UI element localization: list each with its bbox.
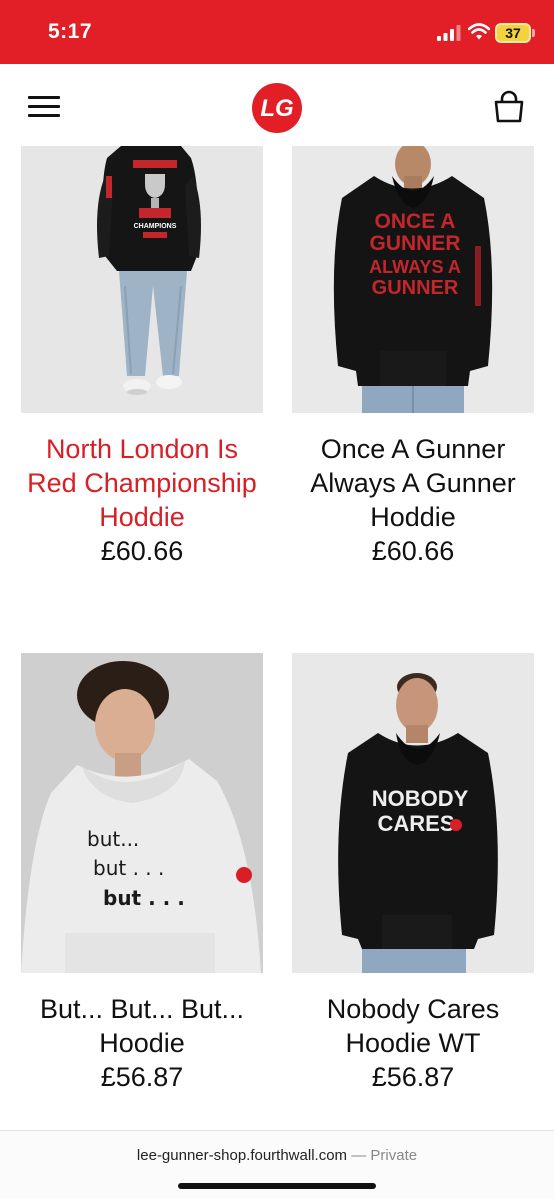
product-title[interactable]: North London Is Red Championship Hoddie [21,432,263,534]
browser-url-bar[interactable]: lee-gunner-shop.fourthwall.com — Private [0,1130,554,1199]
hoodie-print-line: GUNNER [372,277,459,299]
hoodie-back-photo: CHAMPIONS [21,146,263,413]
status-bar: 5:17 37 [0,0,554,64]
shopping-bag-icon[interactable] [492,90,526,124]
url-separator: — [347,1147,371,1164]
site-header: LG [0,64,554,146]
product-price: £60.66 [100,536,184,566]
brand-logo[interactable]: LG [251,82,303,134]
product-price: £56.87 [371,1062,455,1092]
menu-bar [28,114,60,117]
product-title[interactable]: Nobody Cares Hoodie WT [292,992,534,1060]
hoodie-print-text: CHAMPIONS [134,223,177,230]
product-price: £56.87 [100,1062,184,1092]
black-hoodie-photo: NOBODY CARES [292,653,534,973]
hoodie-print-line: CARES [377,811,454,836]
url-domain: lee-gunner-shop.fourthwall.com [136,1147,348,1164]
status-time: 5:17 [48,20,93,43]
hoodie-print-line: GUNNER [369,232,460,255]
hoodie-print-line: but . . . [103,886,185,910]
menu-bar [28,96,60,99]
battery-tip [532,29,535,37]
product-price: £60.66 [371,536,455,566]
product-title[interactable]: But... But... But... Hoodie [21,992,263,1060]
logo-text: LG [260,95,293,122]
url-display[interactable]: lee-gunner-shop.fourthwall.com — Private [0,1147,554,1164]
hoodie-print-line: but... [87,827,139,851]
hoodie-print-line: NOBODY [372,786,469,811]
battery-level: 37 [505,25,521,41]
product-image[interactable]: but... but . . . but . . . [21,653,263,973]
product-card[interactable]: ONCE A GUNNER ALWAYS A GUNNER Once A Gun… [292,146,534,568]
hoodie-print-line: ONCE A [375,210,456,233]
grey-hoodie-photo: but... but . . . but . . . [21,653,263,973]
battery-icon: 37 [495,23,531,43]
product-card[interactable]: but... but . . . but . . . But... But...… [21,653,263,1094]
hoodie-front-photo: ONCE A GUNNER ALWAYS A GUNNER [292,146,534,413]
product-card[interactable]: NOBODY CARES Nobody Cares Hoodie WT £56.… [292,653,534,1094]
hoodie-print-line: ALWAYS A [369,257,461,277]
wifi-icon [468,23,490,40]
product-image[interactable]: CHAMPIONS [21,146,263,413]
home-indicator[interactable] [178,1183,376,1189]
cellular-signal-icon [437,25,461,41]
private-mode-label: Private [370,1147,418,1164]
product-image[interactable]: ONCE A GUNNER ALWAYS A GUNNER [292,146,534,413]
product-title[interactable]: Once A Gunner Always A Gunner Hoddie [292,432,534,534]
hoodie-print-line: but . . . [93,856,164,880]
menu-bar [28,105,60,108]
product-image[interactable]: NOBODY CARES [292,653,534,973]
menu-button[interactable] [26,94,62,120]
product-card[interactable]: CHAMPIONS North London Is Red Championsh… [21,146,263,568]
